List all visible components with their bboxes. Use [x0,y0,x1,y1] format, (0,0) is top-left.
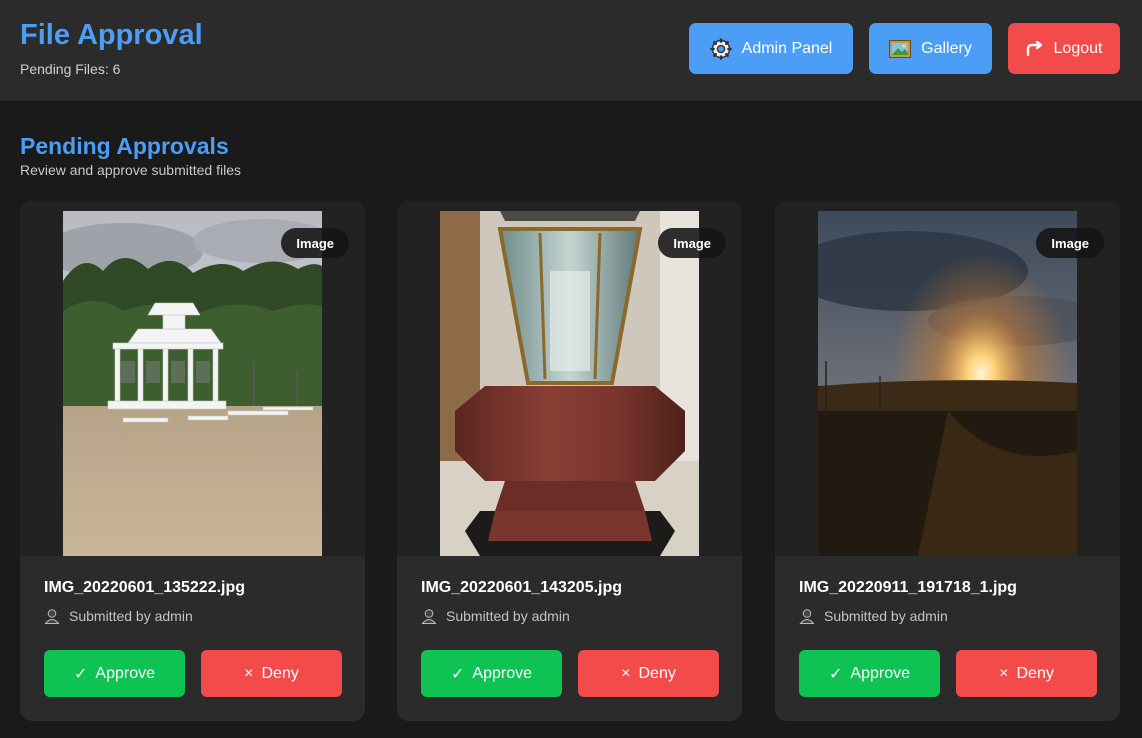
close-icon: × [244,664,254,682]
file-name: IMG_20220911_191718_1.jpg [799,579,1017,596]
check-icon: ✓ [451,665,465,683]
submitted-by: Submitted by admin [44,608,193,624]
user-icon [44,608,60,624]
logout-button[interactable]: Logout [1008,23,1120,74]
close-icon: × [621,664,631,682]
user-icon [799,608,815,624]
page-title: File Approval [20,19,203,51]
file-type-badge: Image [1036,228,1104,258]
admin-panel-button[interactable]: Admin Panel [689,23,853,74]
gallery-button[interactable]: Gallery [869,23,992,74]
approve-button[interactable]: ✓ Approve [421,650,562,697]
deny-label: Deny [638,664,676,682]
close-icon: × [999,664,1009,682]
file-preview: Image [397,201,742,556]
approve-label: Approve [95,664,155,682]
file-card: Image IMG_20220601_135222.jpg Submitted … [20,201,365,721]
approve-label: Approve [850,664,910,682]
picture-icon [889,39,912,58]
deny-button[interactable]: × Deny [201,650,342,697]
pending-files-count: Pending Files: 6 [20,61,121,77]
file-preview: Image [775,201,1120,556]
admin-panel-label: Admin Panel [741,39,833,57]
submitted-by-text: Submitted by admin [824,608,948,624]
deny-label: Deny [1016,664,1054,682]
preview-image[interactable] [818,211,1077,556]
logout-label: Logout [1053,39,1103,57]
file-type-badge: Image [658,228,726,258]
approve-button[interactable]: ✓ Approve [799,650,940,697]
user-icon [421,608,437,624]
section-title: Pending Approvals [20,133,229,159]
preview-image[interactable] [63,211,322,556]
submitted-by: Submitted by admin [799,608,948,624]
check-icon: ✓ [74,665,88,683]
section-subtitle: Review and approve submitted files [20,162,242,178]
deny-label: Deny [261,664,299,682]
gallery-label: Gallery [921,39,972,57]
submitted-by-text: Submitted by admin [446,608,570,624]
file-card: Image IMG_20220911_191718_1.jpg Submitte… [775,201,1120,721]
preview-image[interactable] [440,211,699,556]
file-preview: Image [20,201,365,556]
file-card: Image IMG_20220601_143205.jpg Submitted … [397,201,742,721]
file-name: IMG_20220601_135222.jpg [44,579,246,596]
approve-label: Approve [472,664,532,682]
logout-arrow-icon [1026,40,1044,57]
submitted-by: Submitted by admin [421,608,570,624]
approve-button[interactable]: ✓ Approve [44,650,185,697]
check-icon: ✓ [829,665,843,683]
file-name: IMG_20220601_143205.jpg [421,579,623,596]
file-type-badge: Image [281,228,349,258]
deny-button[interactable]: × Deny [956,650,1097,697]
gear-icon [709,37,732,60]
app-header: File Approval Pending Files: 6 Admin Pan… [0,0,1142,101]
submitted-by-text: Submitted by admin [69,608,193,624]
deny-button[interactable]: × Deny [578,650,719,697]
